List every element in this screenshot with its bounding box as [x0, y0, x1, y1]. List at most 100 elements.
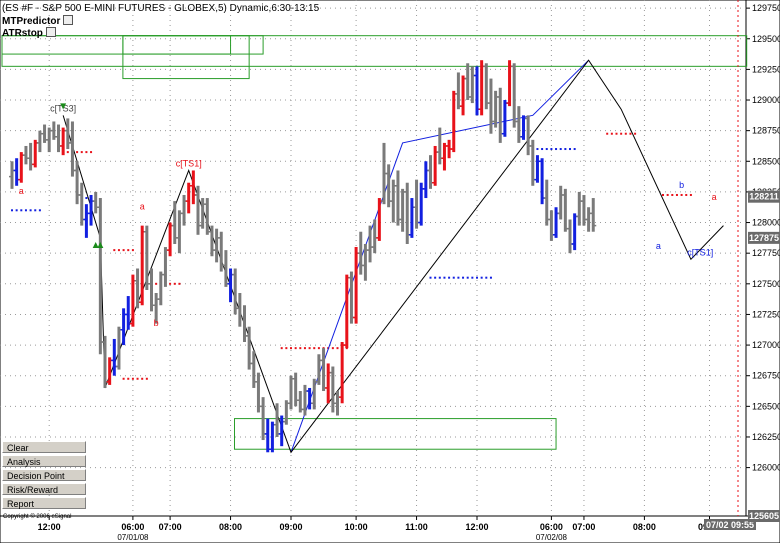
atr-stop-dot — [452, 276, 455, 279]
annotation-label: a — [656, 241, 661, 251]
atr-stop-dot — [76, 151, 79, 154]
decision-point-button[interactable]: Decision Point — [2, 469, 86, 481]
atr-stop-dot — [299, 347, 302, 350]
atr-stop-dot — [280, 347, 283, 350]
atr-stop-dot — [438, 276, 441, 279]
atr-stop-dot — [429, 276, 432, 279]
y-tick-label: 129750 — [752, 3, 780, 13]
atr-stop-dot — [448, 276, 451, 279]
atr-stop-dot — [141, 377, 144, 380]
atr-stop-dot — [615, 132, 618, 135]
atr-stop-dot — [11, 209, 13, 212]
y-tick-label: 126250 — [752, 432, 780, 442]
atr-stop-dot — [434, 276, 437, 279]
risk-reward-button[interactable]: Risk/Reward — [2, 483, 86, 495]
x-tick-label: 08:00 — [633, 522, 656, 532]
atr-stop-dot — [666, 193, 669, 196]
atr-stop-dot — [145, 377, 148, 380]
atr-stop-dot — [564, 148, 567, 151]
annotation-label: b — [154, 318, 159, 328]
atr-stop-dot — [573, 148, 576, 151]
clear-button[interactable]: Clear — [2, 441, 86, 453]
x-tick-label: 06:00 — [540, 522, 563, 532]
study-label-atrstop[interactable]: ATRstop — [2, 27, 56, 39]
atr-stop-dot — [624, 132, 627, 135]
price-marker-label: 128211 — [749, 192, 779, 202]
y-tick-label: 129500 — [752, 34, 780, 44]
copyright-text: Copyright © 2006 eSignal — [3, 514, 72, 520]
atr-stop-dot — [308, 347, 311, 350]
x-tick-label: 11:00 — [405, 522, 428, 532]
atr-stop-dot — [38, 209, 41, 212]
atr-stop-dot — [136, 377, 139, 380]
y-tick-label: 127750 — [752, 248, 780, 258]
atr-stop-dot — [294, 347, 297, 350]
atr-stop-dot — [457, 276, 460, 279]
x-tick-label: 07:00 — [159, 522, 182, 532]
atr-stop-dot — [462, 276, 465, 279]
y-tick-label: 127000 — [752, 340, 780, 350]
atr-stop-dot — [331, 347, 334, 350]
annotation-label: c[TS1] — [176, 158, 202, 168]
y-tick-label: 129250 — [752, 64, 780, 74]
atr-stop-dot — [173, 282, 176, 285]
atr-stop-dot — [489, 276, 492, 279]
atr-stop-dot — [313, 347, 316, 350]
atr-stop-dot — [606, 132, 609, 135]
atr-stop-dot — [80, 151, 83, 154]
atr-stop-dot — [559, 148, 562, 151]
atr-stop-dot — [303, 347, 306, 350]
mtpredictor-label: MTPredictor — [2, 16, 61, 27]
atr-stop-dot — [66, 151, 69, 154]
atr-stop-dot — [620, 132, 623, 135]
settings-icon[interactable] — [63, 15, 74, 25]
atr-stop-dot — [20, 209, 23, 212]
annotation-label: a — [19, 186, 24, 196]
y-tick-label: 129000 — [752, 95, 780, 105]
atr-stop-dot — [90, 151, 93, 154]
annotation-label: b — [679, 180, 684, 190]
y-tick-label: 128750 — [752, 126, 780, 136]
atr-stop-dot — [127, 249, 130, 252]
price-marker-label: 125605 — [749, 511, 779, 521]
atr-stop-dot — [466, 276, 469, 279]
atr-stop-dot — [550, 148, 553, 151]
atr-stop-dot — [29, 209, 32, 212]
atr-stop-dot — [476, 276, 478, 279]
atr-stop-dot — [127, 377, 130, 380]
atr-stop-dot — [689, 193, 692, 196]
x-tick-label: 07:00 — [572, 522, 595, 532]
y-tick-label: 126500 — [752, 401, 780, 411]
date-label: 07/01/08 — [117, 533, 149, 542]
atr-stop-dot — [671, 193, 674, 196]
atr-stop-dot — [155, 282, 158, 285]
atr-stop-dot — [113, 249, 116, 252]
atr-stop-dot — [85, 197, 88, 200]
study-label-mtpredictor[interactable]: MTPredictor — [2, 15, 74, 27]
x-tick-label: 10:00 — [345, 522, 368, 532]
price-marker-label: 127875 — [749, 233, 779, 243]
x-tick-label: 08:00 — [219, 522, 242, 532]
chart-root: 126000 126250 126500 126750 127000 127250 1275… — [0, 0, 780, 543]
atr-stop-dot — [85, 151, 88, 154]
x-tick-label: 12:00 — [38, 522, 61, 532]
report-button[interactable]: Report — [2, 497, 86, 509]
y-tick-label: 128500 — [752, 156, 780, 166]
atr-stop-dot — [290, 347, 292, 350]
y-tick-label: 128000 — [752, 218, 780, 228]
y-tick-label: 127250 — [752, 309, 780, 319]
settings-icon[interactable] — [45, 27, 56, 37]
x-tick-label: 12:00 — [465, 522, 488, 532]
analysis-button[interactable]: Analysis — [2, 455, 86, 467]
atr-stop-dot — [634, 132, 637, 135]
price-chart[interactable]: 126000 126250 126500 126750 127000 127250 1275… — [0, 0, 780, 543]
chart-title: (ES #F - S&P 500 E-MINI FUTURES - GLOBEX… — [2, 3, 320, 14]
atr-stop-dot — [336, 347, 339, 350]
atrstop-label: ATRstop — [2, 28, 43, 39]
atr-stop-dot — [545, 148, 548, 151]
atr-stop-dot — [471, 276, 474, 279]
atr-stop-dot — [675, 193, 678, 196]
date-label: 07/02/08 — [536, 533, 568, 542]
y-tick-label: 126750 — [752, 371, 780, 381]
atr-stop-dot — [662, 193, 664, 196]
